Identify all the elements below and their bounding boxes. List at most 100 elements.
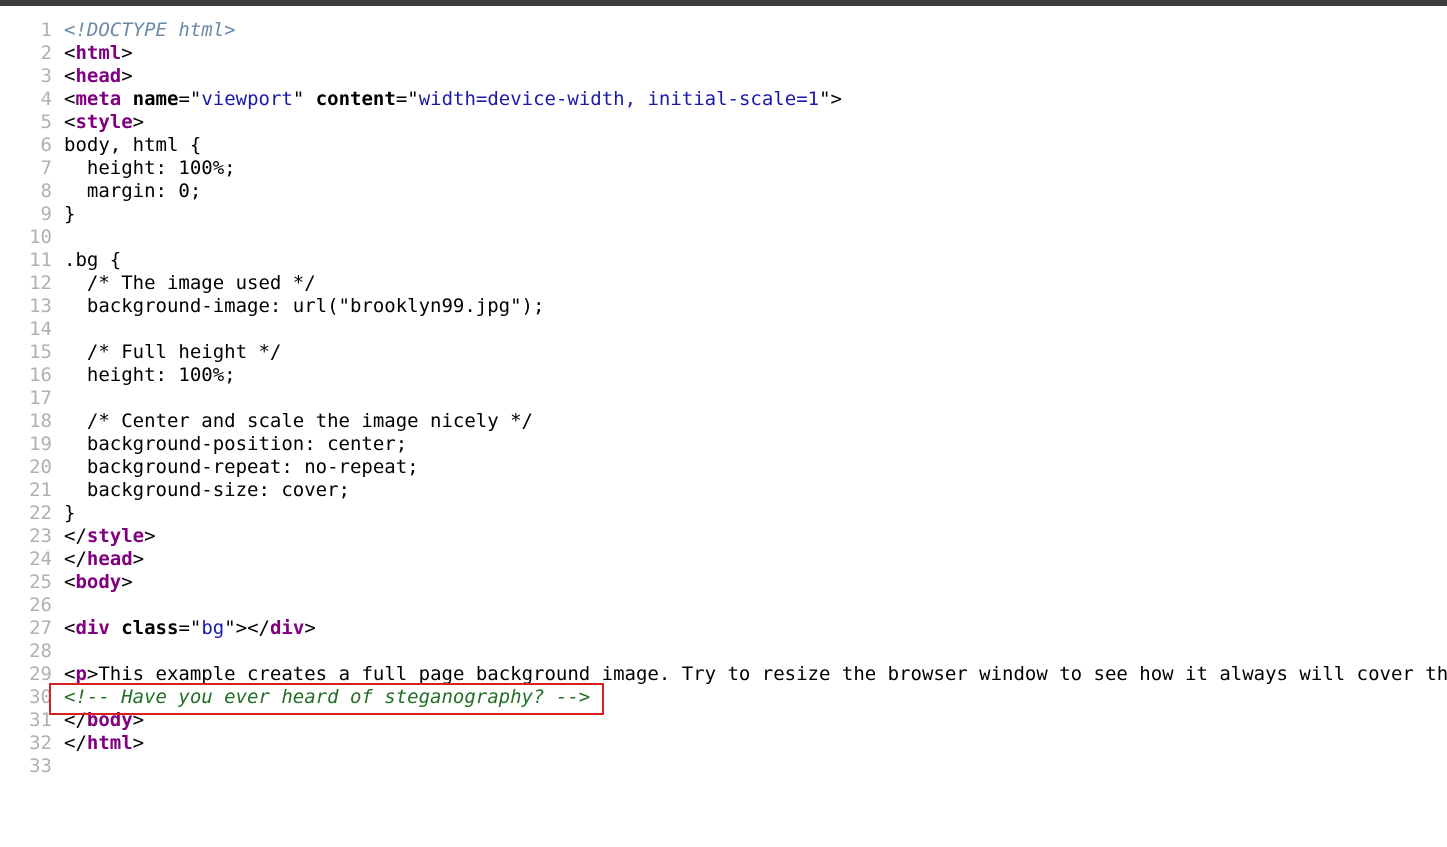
line-number: 17 bbox=[29, 387, 52, 409]
line-number: 8 bbox=[40, 180, 52, 202]
text-token: < bbox=[64, 571, 76, 593]
line-code: <!-- Have you ever heard of steganograph… bbox=[64, 686, 590, 709]
line-number: 6 bbox=[40, 134, 52, 156]
line-code: <div class="bg"></div> bbox=[64, 617, 316, 640]
source-line: 3 <head> bbox=[0, 65, 1447, 88]
tag-name-token: div bbox=[75, 617, 110, 639]
source-line: 18 /* Center and scale the image nicely … bbox=[0, 410, 1447, 433]
text-token: < bbox=[64, 111, 76, 133]
tag-name-token: html bbox=[86, 732, 133, 754]
line-number: 18 bbox=[29, 410, 52, 432]
source-line: 14 bbox=[0, 318, 1447, 341]
source-line: 31 </body> bbox=[0, 709, 1447, 732]
source-line: 8 margin: 0; bbox=[0, 180, 1447, 203]
line-code: <html> bbox=[64, 42, 133, 65]
source-line: 17 bbox=[0, 387, 1447, 410]
source-line: 10 bbox=[0, 226, 1447, 249]
source-line: 25 <body> bbox=[0, 571, 1447, 594]
source-line: 28 bbox=[0, 640, 1447, 663]
line-number: 28 bbox=[29, 640, 52, 662]
line-number: 15 bbox=[29, 341, 52, 363]
text-token: </ bbox=[64, 525, 87, 547]
source-line: 13 background-image: url("brooklyn99.jpg… bbox=[0, 295, 1447, 318]
line-number: 7 bbox=[40, 157, 52, 179]
attribute-value-token: viewport bbox=[201, 88, 293, 110]
doctype-token: <!DOCTYPE html> bbox=[64, 19, 236, 41]
tag-name-token: p bbox=[75, 663, 87, 685]
attribute-name-token: class bbox=[121, 617, 179, 639]
line-number: 30 bbox=[29, 686, 52, 708]
text-token: } bbox=[64, 502, 76, 524]
line-code: </head> bbox=[64, 548, 144, 571]
line-code: } bbox=[64, 502, 75, 525]
text-token: /* Center and scale the image nicely */ bbox=[64, 410, 533, 432]
line-code: <style> bbox=[64, 111, 144, 134]
text-token: < bbox=[64, 65, 76, 87]
tag-name-token: html bbox=[75, 42, 122, 64]
attribute-name-token: name bbox=[132, 88, 179, 110]
line-number: 24 bbox=[29, 548, 52, 570]
text-token: /* The image used */ bbox=[64, 272, 316, 294]
text-token: background-repeat: no-repeat; bbox=[64, 456, 419, 478]
line-code: </style> bbox=[64, 525, 156, 548]
line-code: background-size: cover; bbox=[64, 479, 350, 502]
tag-name-token: body bbox=[75, 571, 122, 593]
line-number: 26 bbox=[29, 594, 52, 616]
line-code: </body> bbox=[64, 709, 144, 732]
text-token: > bbox=[132, 732, 145, 754]
line-number: 11 bbox=[29, 249, 52, 271]
text-token: background-size: cover; bbox=[64, 479, 350, 501]
line-code: <body> bbox=[64, 571, 133, 594]
source-line: 29 <p>This example creates a full page ba… bbox=[0, 663, 1447, 686]
source-line: 23 </style> bbox=[0, 525, 1447, 548]
text-token: " bbox=[292, 88, 316, 110]
tag-name-token: meta bbox=[75, 88, 122, 110]
line-number: 22 bbox=[29, 502, 52, 524]
source-line: 15 /* Full height */ bbox=[0, 341, 1447, 364]
text-token: </ bbox=[64, 548, 87, 570]
text-token: background-position: center; bbox=[64, 433, 408, 455]
tag-name-token: head bbox=[75, 65, 122, 87]
source-line: 30 <!-- Have you ever heard of steganogra… bbox=[0, 686, 1447, 709]
line-number: 33 bbox=[29, 755, 52, 777]
text-token: height: 100%; bbox=[64, 364, 236, 386]
line-number: 29 bbox=[29, 663, 52, 685]
line-number: 1 bbox=[40, 19, 52, 41]
line-number: 20 bbox=[29, 456, 52, 478]
line-code: </html> bbox=[64, 732, 144, 755]
line-number: 13 bbox=[29, 295, 52, 317]
source-line: 7 height: 100%; bbox=[0, 157, 1447, 180]
line-code: background-image: url("brooklyn99.jpg"); bbox=[64, 295, 545, 318]
source-line: 24 </head> bbox=[0, 548, 1447, 571]
source-line: 26 bbox=[0, 594, 1447, 617]
text-token: > bbox=[121, 571, 133, 593]
text-token: > bbox=[121, 65, 133, 87]
text-token: background-image: url("brooklyn99.jpg"); bbox=[64, 295, 545, 317]
source-line: 4 <meta name="viewport" content="width=de… bbox=[0, 88, 1447, 111]
text-token: height: 100%; bbox=[64, 157, 236, 179]
line-code: /* Full height */ bbox=[64, 341, 281, 364]
line-code: body, html { bbox=[64, 134, 201, 157]
source-line: 21 background-size: cover; bbox=[0, 479, 1447, 502]
tag-name-token: div bbox=[269, 617, 305, 639]
text-token: /* Full height */ bbox=[64, 341, 282, 363]
text-token: margin: 0; bbox=[64, 180, 202, 202]
line-number: 4 bbox=[40, 88, 52, 110]
line-code: } bbox=[64, 203, 75, 226]
attribute-name-token: content bbox=[315, 88, 396, 110]
tag-name-token: head bbox=[86, 548, 133, 570]
line-number: 9 bbox=[40, 203, 52, 225]
text-token: < bbox=[64, 663, 76, 685]
line-code: background-position: center; bbox=[64, 433, 407, 456]
text-token: "></ bbox=[224, 617, 270, 639]
line-number: 27 bbox=[29, 617, 52, 639]
source-line: 16 height: 100%; bbox=[0, 364, 1447, 387]
text-token: < bbox=[64, 617, 76, 639]
text-token: "> bbox=[819, 88, 842, 110]
text-token: .bg { bbox=[64, 249, 122, 271]
line-number: 16 bbox=[29, 364, 52, 386]
text-token: > bbox=[121, 42, 133, 64]
text-token: > bbox=[304, 617, 316, 639]
window-top-bar bbox=[0, 0, 1447, 6]
line-number: 19 bbox=[29, 433, 52, 455]
